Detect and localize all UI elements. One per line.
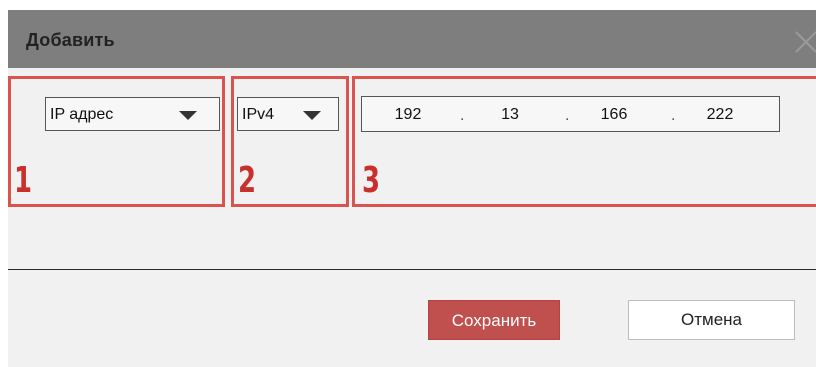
ip-separator: . (565, 107, 570, 124)
chevron-down-icon (179, 111, 197, 120)
annotation-label-3: 3 (362, 160, 381, 201)
chevron-down-icon (303, 111, 321, 120)
dialog-title: Добавить (26, 30, 115, 50)
annotation-label-2: 2 (238, 160, 257, 201)
ip-version-select[interactable]: IPv4 (237, 97, 339, 131)
annotation-label-1: 1 (14, 160, 33, 201)
save-button[interactable]: Сохранить (428, 300, 560, 340)
dialog-titlebar: Добавить (8, 10, 816, 68)
ip-version-value: IPv4 (242, 106, 275, 123)
cancel-button[interactable]: Отмена (628, 300, 795, 340)
ip-separator: . (671, 107, 676, 124)
ip-octet-4[interactable] (693, 104, 747, 126)
annotation-box-1 (8, 76, 225, 207)
footer-divider (8, 269, 816, 270)
address-type-value: IP адрес (50, 106, 114, 123)
add-dialog: Добавить 1 2 3 IP адрес IPv4 . . . Сохра… (8, 10, 816, 367)
close-icon[interactable] (794, 30, 816, 60)
ip-separator: . (460, 107, 465, 124)
ip-octet-1[interactable] (381, 104, 435, 126)
ip-address-field: . . . (361, 96, 780, 132)
ip-octet-3[interactable] (587, 104, 641, 126)
address-type-select[interactable]: IP адрес (45, 97, 220, 131)
ip-octet-2[interactable] (483, 104, 537, 126)
